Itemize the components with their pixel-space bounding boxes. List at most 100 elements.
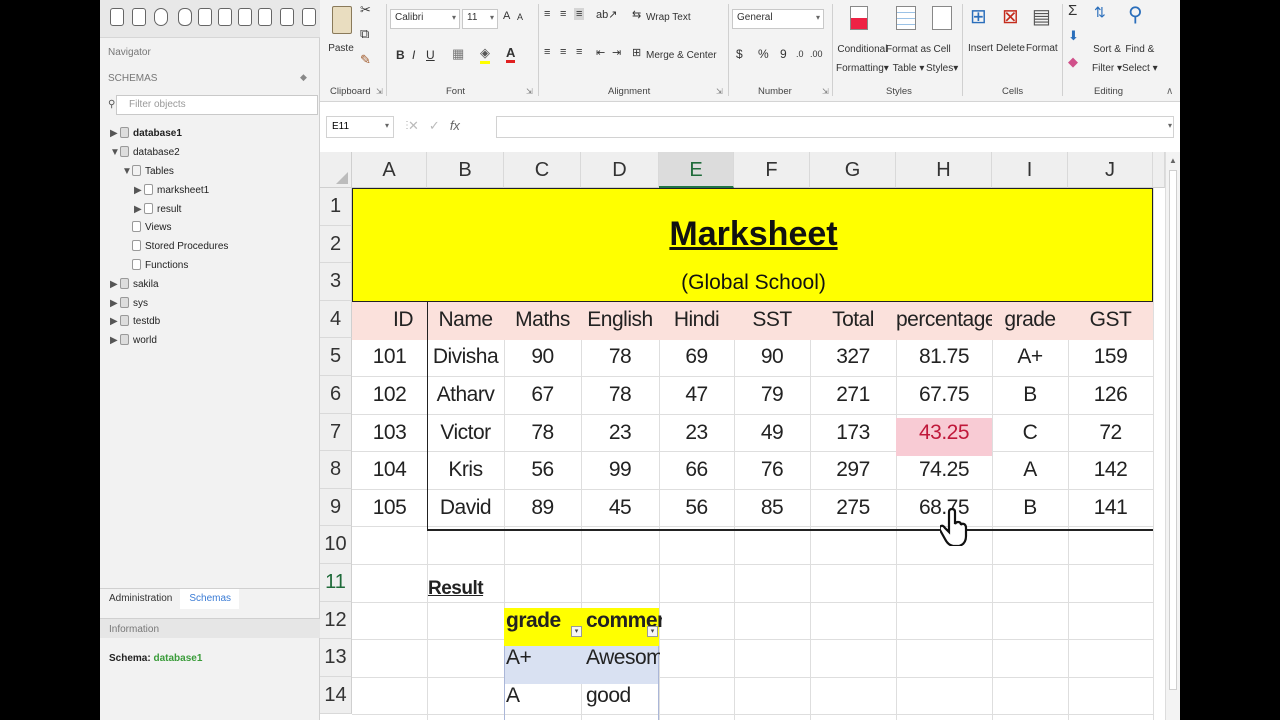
data-cell[interactable]: 104 [352,451,427,489]
row-header-2[interactable]: 2 [320,225,352,264]
data-cell[interactable]: 47 [659,376,734,414]
row-header-6[interactable]: 6 [320,376,352,414]
clear-icon[interactable]: ◆ [1068,54,1078,70]
decrease-font-icon[interactable]: A [517,12,523,22]
row-header-9[interactable]: 9 [320,488,352,527]
sql-file-icon[interactable] [110,8,124,26]
tree-stored-procedures[interactable]: Stored Procedures [132,240,228,252]
data-cell[interactable]: Divisha [427,338,504,376]
conditional-formatting-button[interactable]: Conditional Formatting▾ [836,40,889,78]
data-cell[interactable]: 90 [504,338,581,376]
data-cell[interactable]: 159 [1068,338,1153,376]
borders-icon[interactable]: ▦ [452,46,464,62]
data-cell[interactable]: 271 [810,376,896,414]
column-header-g[interactable]: G [810,152,896,188]
tree-sakila[interactable]: ▶ sakila [110,278,159,290]
align-middle-icon[interactable]: ≡ [560,8,566,20]
data-cell[interactable]: 78 [581,376,659,414]
format-cells-button[interactable]: Format [1026,40,1058,58]
data-cell[interactable]: 56 [504,451,581,489]
tree-functions[interactable]: Functions [132,259,188,271]
cut-icon[interactable]: ✂ [360,2,371,18]
align-right-icon[interactable]: ≡ [576,46,582,58]
tree-testdb[interactable]: ▶ testdb [110,315,160,327]
row-header-11[interactable]: 11 [320,564,352,602]
result-cell[interactable]: Awesome [584,639,660,677]
result-cell[interactable]: A+ [504,639,580,677]
fill-icon[interactable]: ⬇ [1068,28,1079,44]
align-left-icon[interactable]: ≡ [544,46,550,58]
data-cell[interactable]: 126 [1068,376,1153,414]
data-cell[interactable]: 99 [581,451,659,489]
column-header-c[interactable]: C [504,152,581,188]
data-cell[interactable]: 76 [734,451,810,489]
column-header-a[interactable]: A [352,152,427,188]
tree-database1[interactable]: ▶ database1 [110,127,182,139]
data-cell[interactable]: 23 [659,414,734,452]
insert-cells-icon[interactable]: ⊞ [970,4,987,29]
result-cell[interactable]: A [504,677,580,715]
data-cell[interactable]: 90 [734,338,810,376]
format-painter-icon[interactable]: ✎ [360,52,371,68]
column-header-j[interactable]: J [1068,152,1153,188]
data-cell[interactable]: C [992,414,1068,452]
format-cells-icon[interactable]: ▤ [1032,4,1051,29]
data-cell[interactable]: A+ [992,338,1068,376]
data-cell[interactable]: 79 [734,376,810,414]
align-bottom-icon[interactable]: ≡ [574,8,585,20]
comma-button[interactable]: 9 [780,47,787,61]
bold-button[interactable]: B [396,48,405,62]
tree-marksheet1[interactable]: ▶ marksheet1 [134,184,209,196]
data-cell[interactable]: 105 [352,489,427,527]
data-cell[interactable]: 85 [734,489,810,527]
column-header-i[interactable]: I [992,152,1068,188]
header-cell-id[interactable]: ID [352,301,427,339]
find-select-button[interactable]: Find & Select ▾ [1122,40,1158,78]
decrease-indent-icon[interactable]: ⇤ [596,46,605,59]
percent-button[interactable]: % [758,47,769,61]
italic-button[interactable]: I [412,48,415,62]
select-all-corner[interactable] [320,152,352,188]
data-cell[interactable]: 173 [810,414,896,452]
copy-icon[interactable]: ⧉ [360,26,369,42]
header-cell-grade[interactable]: grade [992,301,1068,339]
wrap-text-icon[interactable]: ⇆ [632,8,641,21]
grade-filter-button[interactable]: ▾ [571,626,582,637]
font-name-select[interactable]: Calibri ▾ [390,9,460,29]
data-cell[interactable]: A [992,451,1068,489]
open-sql-icon[interactable] [132,8,146,26]
merge-center-icon[interactable]: ⊞ [632,46,641,59]
font-color-icon[interactable]: A [506,45,516,63]
data-cell[interactable]: B [992,489,1068,527]
data-cell[interactable]: 56 [659,489,734,527]
tree-views[interactable]: Views [132,221,172,233]
format-as-table-icon[interactable] [896,6,916,30]
row-header-12[interactable]: 12 [320,601,352,640]
underline-button[interactable]: U [426,48,435,62]
conditional-formatting-icon[interactable] [850,6,868,30]
header-cell-sst[interactable]: SST [734,301,810,339]
find-select-icon[interactable]: ⚲ [1128,2,1143,27]
alignment-launcher-icon[interactable]: ⇲ [716,87,723,96]
data-cell[interactable]: 67 [504,376,581,414]
sort-filter-button[interactable]: Sort & Filter ▾ [1092,40,1122,78]
data-cell[interactable]: Victor [427,414,504,452]
tree-result[interactable]: ▶ result [134,203,181,215]
header-cell-english[interactable]: English [581,301,659,339]
data-cell[interactable]: 74.25 [896,451,992,489]
comment-filter-button[interactable]: ▾ [647,626,658,637]
tab-administration[interactable]: Administration [100,589,180,609]
data-cell[interactable]: 72 [1068,414,1153,452]
data-cell[interactable]: 78 [581,338,659,376]
search-table-icon[interactable] [280,8,294,26]
create-function-icon[interactable] [258,8,272,26]
tree-sys[interactable]: ▶ sys [110,297,148,309]
data-cell[interactable]: 23 [581,414,659,452]
row-header-13[interactable]: 13 [320,639,352,677]
data-cell[interactable]: 103 [352,414,427,452]
data-cell[interactable]: 297 [810,451,896,489]
create-table-icon[interactable] [198,8,212,26]
fx-icon[interactable]: fx [450,118,460,133]
header-cell-gst[interactable]: GST [1068,301,1153,339]
info-icon[interactable] [154,8,168,26]
